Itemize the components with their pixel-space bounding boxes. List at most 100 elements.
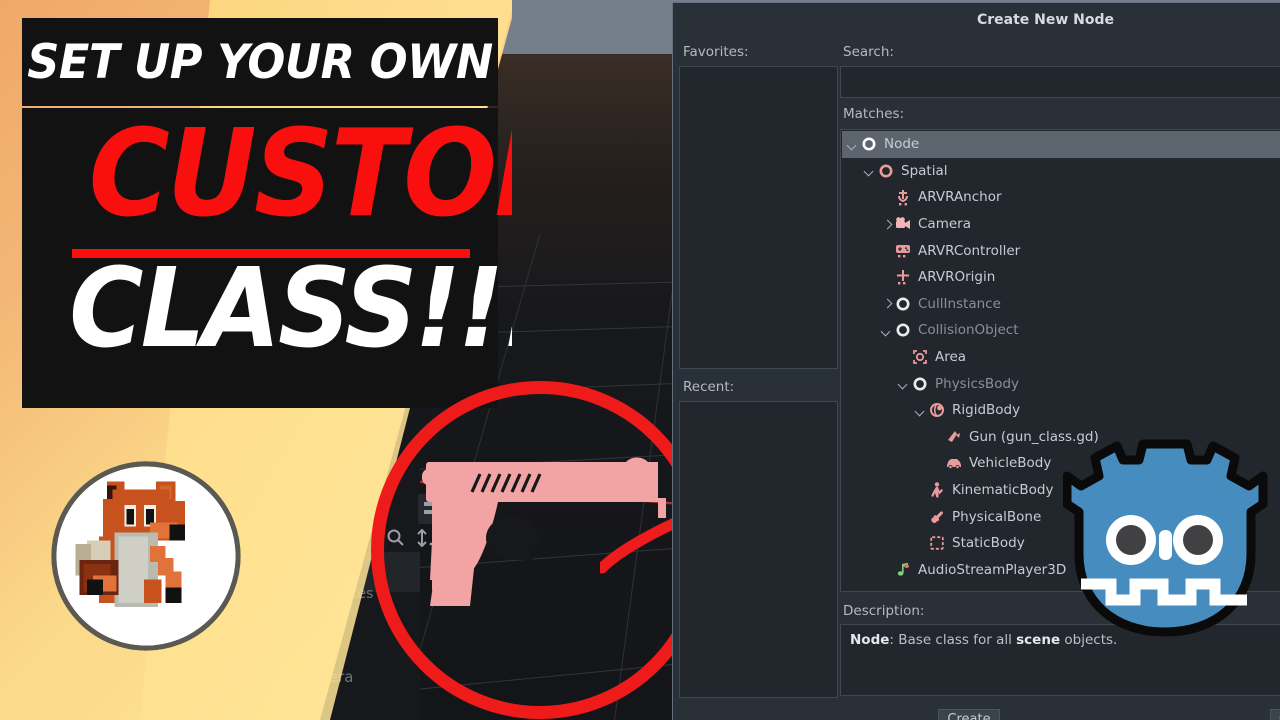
- tree-item-label: ARVROrigin: [918, 269, 996, 286]
- node-icon: [913, 377, 927, 391]
- tree-item-arvranchor[interactable]: ARVRAnchor: [842, 184, 1280, 211]
- tree-item-label: Spatial: [901, 162, 948, 179]
- audiostream3d-icon: [897, 562, 909, 576]
- arvrorigin-icon: [894, 268, 912, 286]
- description-rest: : Base class for all: [889, 632, 1017, 648]
- title-line-2: CUSTOM: [88, 105, 512, 244]
- description-class-name: Node: [850, 632, 890, 648]
- vehiclebody-icon: [947, 459, 961, 470]
- tree-item-label: CullInstance: [918, 295, 1001, 312]
- spatial-icon: [879, 164, 893, 178]
- tree-item-label: AudioStreamPlayer3D: [918, 561, 1067, 578]
- node-icon: [862, 137, 876, 151]
- camera-icon: [894, 215, 912, 233]
- boneattachment-icon: [894, 587, 912, 590]
- node-icon: [896, 323, 910, 337]
- node-icon: [894, 321, 912, 339]
- recent-list[interactable]: [679, 401, 838, 698]
- arvrcontroller-icon: [896, 244, 910, 258]
- staticbody-icon: [930, 536, 944, 550]
- rigidbody-icon: [930, 403, 944, 418]
- tree-item-label: CollisionObject: [918, 322, 1019, 339]
- tree-item-area[interactable]: Area: [842, 344, 1280, 371]
- chevron-right-icon[interactable]: [880, 218, 893, 231]
- tree-item-label: Camera: [918, 216, 971, 233]
- node-icon: [860, 135, 878, 153]
- tree-item-spatial[interactable]: Spatial: [842, 158, 1280, 185]
- title-line-3: CLASS!!!: [69, 244, 512, 372]
- create-button[interactable]: Create: [938, 709, 1000, 720]
- search-label: Search:: [843, 44, 894, 60]
- tree-item-label: KinematicBody: [952, 482, 1054, 499]
- tree-item-label: ARVRController: [918, 242, 1021, 259]
- area-icon: [913, 350, 927, 364]
- tree-item-label: StaticBody: [952, 535, 1025, 552]
- tree-item-arvrcontroller[interactable]: ARVRController: [842, 237, 1280, 264]
- arvrcontroller-icon: [894, 242, 912, 260]
- tree-item-camera[interactable]: Camera: [842, 211, 1280, 238]
- tree-item-label: RigidBody: [952, 402, 1021, 419]
- chevron-down-icon[interactable]: [846, 138, 859, 151]
- dialog-title: Create New Node: [976, 12, 1115, 28]
- description-keyword: scene: [1016, 632, 1061, 648]
- chevron-down-icon[interactable]: [880, 324, 893, 337]
- favorites-label: Favorites:: [683, 44, 749, 60]
- search-input[interactable]: [840, 66, 1280, 98]
- tree-item-label: ARVRAnchor: [918, 189, 1002, 206]
- tree-item-label: PhysicalBone: [952, 508, 1042, 525]
- tree-item-physicsbody[interactable]: PhysicsBody: [842, 370, 1280, 397]
- audiostream3d-icon: [894, 561, 912, 579]
- physicalbone-icon: [928, 508, 946, 526]
- title-block-bottom: CUSTOM CLASS!!!: [22, 105, 512, 408]
- spatial-icon: [877, 162, 895, 180]
- matches-label: Matches:: [843, 106, 905, 122]
- area-icon: [911, 348, 929, 366]
- chevron-down-icon[interactable]: [897, 377, 910, 390]
- pixel-fox-avatar: [51, 461, 241, 651]
- dialog-titlebar: Create New Node: [673, 3, 1280, 37]
- tree-item-rigidbody[interactable]: RigidBody: [842, 397, 1280, 424]
- tree-item-label: PhysicsBody: [935, 375, 1020, 392]
- tree-item-collisionobject[interactable]: CollisionObject: [842, 317, 1280, 344]
- arvranchor-icon: [898, 190, 908, 206]
- staticbody-icon: [928, 534, 946, 552]
- physicalbone-icon: [931, 510, 944, 523]
- chevron-right-icon[interactable]: [880, 297, 893, 310]
- description-label: Description:: [843, 603, 925, 619]
- tree-item-label: Node: [884, 136, 920, 153]
- tree-item-cullinstance[interactable]: CullInstance: [842, 291, 1280, 318]
- chevron-down-icon[interactable]: [863, 164, 876, 177]
- kinematicbody-icon: [931, 482, 943, 498]
- title-line-1: SET UP YOUR OWN: [27, 34, 493, 90]
- recent-label: Recent:: [683, 379, 735, 395]
- node-icon: [911, 375, 929, 393]
- node-icon: [896, 297, 910, 311]
- arvranchor-icon: [894, 188, 912, 206]
- godot-logo-icon: [1063, 439, 1268, 637]
- chevron-down-icon[interactable]: [914, 404, 927, 417]
- tree-item-label: BoneAttachment: [918, 588, 1032, 590]
- tree-item-label: VehicleBody: [969, 455, 1052, 472]
- rigidbody-icon: [928, 401, 946, 419]
- tree-item-node[interactable]: Node: [842, 131, 1280, 158]
- script-node-icon: [945, 428, 963, 446]
- vehiclebody-icon: [945, 454, 963, 472]
- kinematicbody-icon: [928, 481, 946, 499]
- script-node-icon: [948, 430, 960, 442]
- title-block-top: SET UP YOUR OWN: [22, 18, 498, 106]
- favorites-list[interactable]: [679, 66, 838, 369]
- cancel-button[interactable]: Cancel: [1270, 709, 1280, 720]
- camera-icon: [896, 217, 910, 230]
- node-icon: [894, 295, 912, 313]
- tree-item-arvrorigin[interactable]: ARVROrigin: [842, 264, 1280, 291]
